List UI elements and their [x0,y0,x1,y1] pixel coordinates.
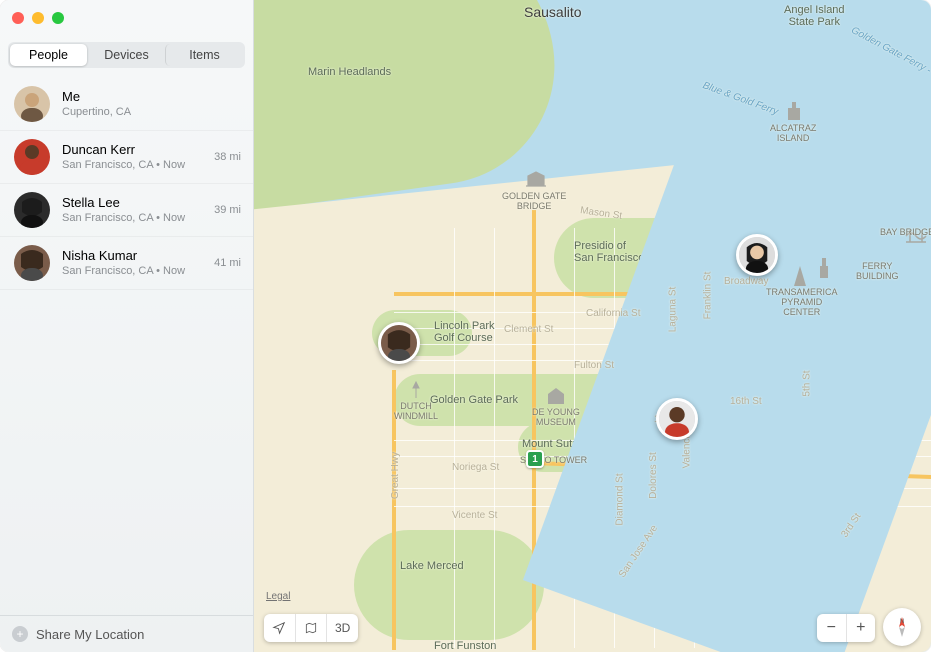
label-pyramid: TRANSAMERICA PYRAMID CENTER [766,288,838,318]
map-pin-stella[interactable] [736,234,778,276]
label-california: California St [586,308,640,319]
label-clement: Clement St [504,324,553,335]
minimize-button[interactable] [32,12,44,24]
person-distance: 41 mi [214,257,241,269]
person-name: Nisha Kumar [62,248,202,264]
label-sausalito: Sausalito [524,4,582,20]
map[interactable]: Sausalito Marin Headlands Angel Island S… [254,0,931,652]
person-sub: Cupertino, CA [62,105,229,119]
label-alcatraz: ALCATRAZ ISLAND [770,124,816,144]
zoom-in-button[interactable]: + [846,614,876,642]
titlebar [0,0,253,36]
person-sub: San Francisco, CA • Now [62,264,202,278]
tab-people[interactable]: People [10,44,87,66]
label-merced: Lake Merced [400,560,464,572]
person-sub: San Francisco, CA • Now [62,158,202,172]
avatar [14,192,50,228]
label-greathwy: Great Hwy [390,452,401,499]
list-item[interactable]: Duncan Kerr San Francisco, CA • Now 38 m… [0,131,253,184]
label-broadway: Broadway [724,276,768,287]
map-pin-nisha[interactable] [378,322,420,364]
label-ferry: FERRY BUILDING [856,262,899,282]
people-list: Me Cupertino, CA Duncan Kerr San Francis… [0,78,253,615]
label-lincoln-park: Lincoln Park Golf Course [434,320,495,344]
label-funston: Fort Funston [434,640,496,652]
label-16th: 16th St [730,396,762,407]
tab-items[interactable]: Items [165,44,243,66]
zoom-out-button[interactable]: − [817,614,846,642]
label-windmill: DUTCH WINDMILL [394,402,438,422]
route-shield-1: 1 [526,450,544,468]
label-deyoung: DE YOUNG MUSEUM [532,408,580,428]
windmill-icon [404,378,428,402]
map-type-button[interactable] [295,614,327,642]
alcatraz-icon [782,100,806,124]
person-sub: San Francisco, CA • Now [62,211,202,225]
person-name: Duncan Kerr [62,142,202,158]
sidebar-tabs: People Devices Items [8,42,245,68]
list-item-info: Me Cupertino, CA [62,89,229,119]
avatar [14,86,50,122]
avatar [14,139,50,175]
list-item[interactable]: Me Cupertino, CA [0,78,253,131]
tab-devices[interactable]: Devices [87,44,165,66]
fullscreen-button[interactable] [52,12,64,24]
list-item-info: Stella Lee San Francisco, CA • Now [62,195,202,225]
label-presidio: Presidio of San Francisco [574,240,644,264]
list-item-info: Nisha Kumar San Francisco, CA • Now [62,248,202,278]
label-ggb: GOLDEN GATE BRIDGE [502,192,566,212]
3d-button[interactable]: 3D [326,614,358,642]
list-item[interactable]: Nisha Kumar San Francisco, CA • Now 41 m… [0,237,253,290]
svg-text:N: N [900,619,904,625]
deyoung-icon [544,384,568,408]
person-name: Stella Lee [62,195,202,211]
label-franklin: Franklin St [702,272,713,320]
label-fulton: Fulton St [574,360,614,371]
compass-button[interactable]: N [883,608,921,646]
legal-link[interactable]: Legal [266,591,290,602]
label-vicente: Vicente St [452,510,497,521]
share-label: Share My Location [36,627,144,642]
pyramid-icon [788,264,812,288]
label-gg-park: Golden Gate Park [430,394,518,406]
golden-gate-bridge-icon [524,168,548,192]
map-mode-control: 3D [264,614,358,642]
plus-icon: + [12,626,28,642]
ferry-building-icon [812,256,836,280]
list-item-info: Duncan Kerr San Francisco, CA • Now [62,142,202,172]
share-my-location[interactable]: + Share My Location [0,615,253,652]
label-5th: 5th St [802,370,813,396]
label-noriega: Noriega St [452,462,499,473]
locate-button[interactable] [264,614,295,642]
person-distance: 38 mi [214,151,241,163]
person-name: Me [62,89,229,105]
label-marin: Marin Headlands [308,66,391,78]
map-pin-duncan[interactable] [656,398,698,440]
label-dolores: Dolores St [648,452,659,499]
label-diamond: Diamond St [615,473,626,525]
person-distance: 39 mi [214,204,241,216]
find-my-window: People Devices Items Me Cupertino, CA [0,0,931,652]
label-baybridge: BAY BRIDGE [880,228,931,238]
label-laguna: Laguna St [667,287,678,333]
close-button[interactable] [12,12,24,24]
zoom-control: − + [817,614,875,642]
list-item[interactable]: Stella Lee San Francisco, CA • Now 39 mi [0,184,253,237]
avatar [14,245,50,281]
label-angel-island: Angel Island State Park [784,4,845,28]
sidebar: People Devices Items Me Cupertino, CA [0,0,254,652]
